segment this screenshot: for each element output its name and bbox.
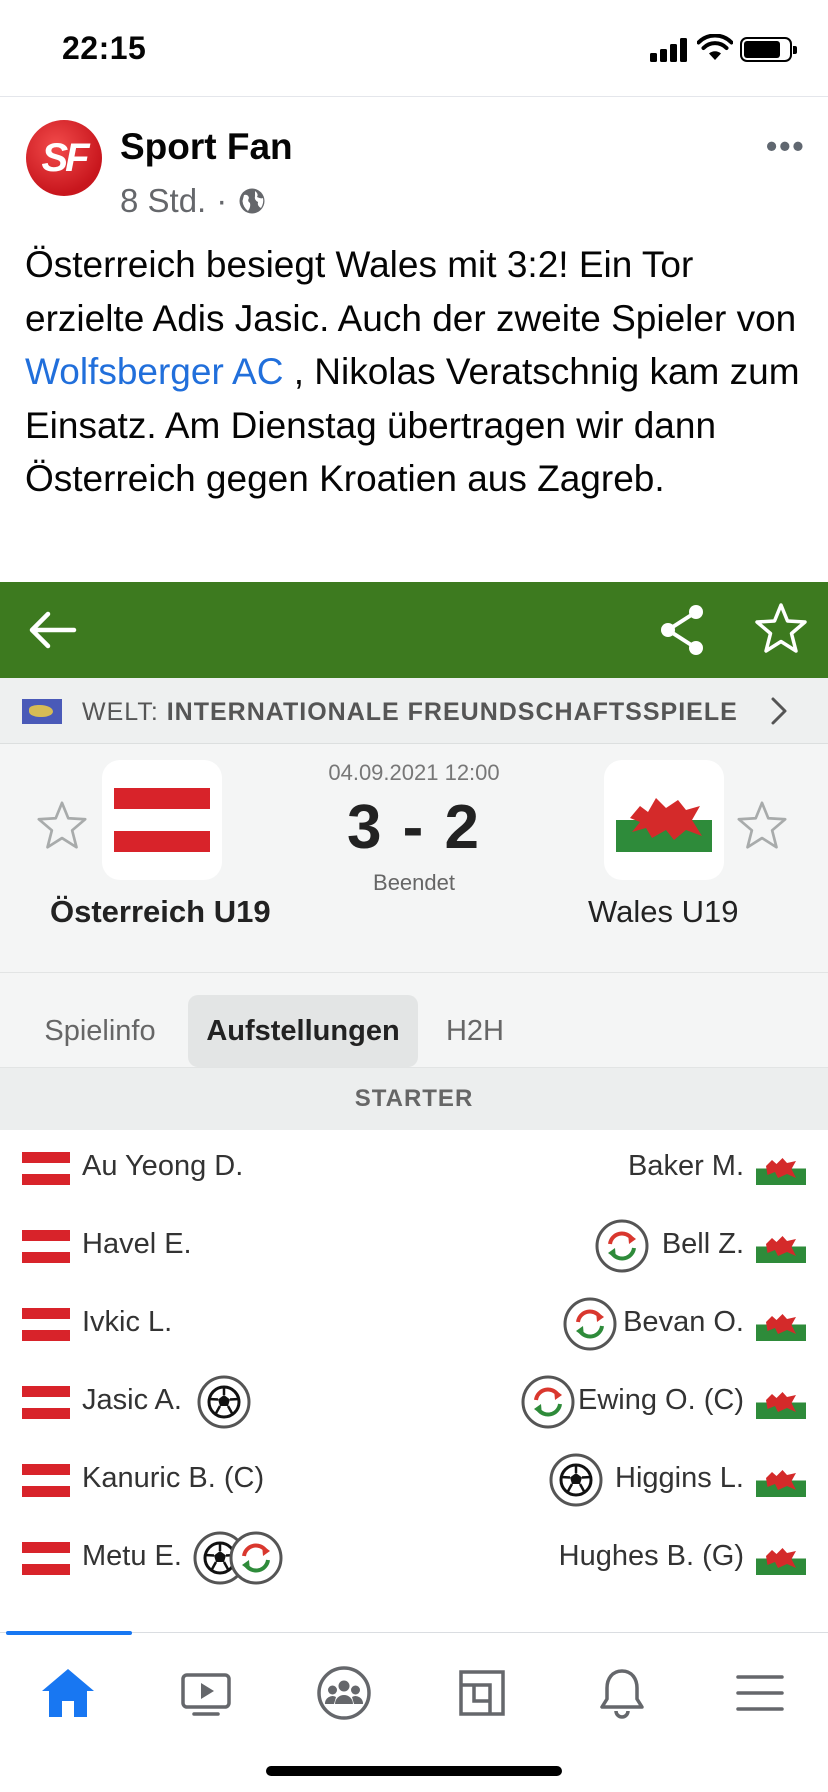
austria-flag-icon — [22, 1464, 70, 1497]
divider — [0, 96, 828, 97]
austria-flag-icon — [22, 1308, 70, 1341]
battery-icon — [740, 37, 797, 62]
meta-separator: · — [216, 182, 228, 219]
substitution-icon — [563, 1297, 617, 1351]
notifications-icon[interactable] — [592, 1663, 652, 1723]
competition-title: WELT: INTERNATIONALE FREUNDSCHAFTSSPIELE — [82, 698, 738, 727]
public-globe-icon — [239, 188, 265, 214]
away-player[interactable]: Bevan O. — [623, 1306, 744, 1339]
world-flag-icon — [22, 699, 62, 724]
active-tab-indicator — [6, 1631, 132, 1635]
tab-h2h[interactable]: H2H — [430, 995, 520, 1067]
groups-icon[interactable] — [314, 1663, 374, 1723]
away-favorite-star-icon[interactable] — [734, 798, 790, 854]
home-player[interactable]: Au Yeong D. — [82, 1150, 243, 1183]
favorite-star-icon[interactable] — [752, 600, 810, 658]
tab-spielinfo[interactable]: Spielinfo — [22, 995, 178, 1067]
home-player[interactable]: Jasic A. — [82, 1384, 182, 1417]
wales-flag-icon — [756, 1230, 806, 1263]
wales-flag-icon — [756, 1152, 806, 1185]
match-header: Österreich U19 04.09.2021 12:00 3 - 2 Be… — [0, 744, 828, 972]
away-player[interactable]: Bell Z. — [662, 1228, 744, 1261]
wales-flag-icon — [756, 1386, 806, 1419]
home-team-name[interactable]: Österreich U19 — [50, 894, 271, 930]
austria-flag-icon — [22, 1230, 70, 1263]
page-name-link[interactable]: Sport Fan — [120, 126, 293, 168]
away-team-name[interactable]: Wales U19 — [588, 894, 738, 930]
page-avatar[interactable]: SF — [26, 120, 102, 196]
wales-flag-icon — [756, 1542, 806, 1575]
status-bar: 22:15 — [0, 0, 828, 96]
competition-prefix: WELT: — [82, 698, 159, 726]
watch-icon[interactable] — [176, 1663, 236, 1723]
post-meta: 8 Std. · — [120, 182, 267, 220]
lineup-row: Ivkic L. Bevan O. — [0, 1286, 828, 1364]
back-arrow-icon[interactable] — [26, 606, 78, 654]
post-time[interactable]: 8 Std. — [120, 182, 206, 220]
goal-icon — [549, 1453, 603, 1507]
lineup-row: Jasic A. Ewing O. (C) — [0, 1364, 828, 1442]
home-indicator — [266, 1766, 562, 1776]
avatar-logo-text: SF — [41, 135, 89, 180]
section-header: STARTER — [0, 1068, 828, 1130]
away-team-logo[interactable] — [604, 760, 724, 880]
share-icon[interactable] — [658, 602, 708, 658]
pages-icon[interactable] — [452, 1663, 512, 1723]
match-tabs: Spielinfo Aufstellungen H2H — [0, 972, 828, 1068]
more-options-button[interactable]: ••• — [766, 128, 806, 165]
wales-flag-icon — [756, 1464, 806, 1497]
tab-aufstellungen[interactable]: Aufstellungen — [188, 995, 418, 1067]
substitution-icon — [229, 1531, 283, 1585]
chevron-right-icon — [771, 697, 787, 725]
home-player[interactable]: Ivkic L. — [82, 1306, 172, 1339]
away-player[interactable]: Hughes B. (G) — [559, 1540, 744, 1573]
away-player[interactable]: Ewing O. (C) — [578, 1384, 744, 1417]
lineup-row: Au Yeong D. Baker M. — [0, 1130, 828, 1208]
home-player[interactable]: Kanuric B. (C) — [82, 1462, 264, 1495]
austria-flag-icon — [22, 1386, 70, 1419]
wolfsberger-ac-link[interactable]: Wolfsberger AC — [25, 351, 283, 392]
home-player[interactable]: Havel E. — [82, 1228, 192, 1261]
competition-bar[interactable]: WELT: INTERNATIONALE FREUNDSCHAFTSSPIELE — [0, 678, 828, 744]
competition-name: INTERNATIONALE FREUNDSCHAFTSSPIELE — [166, 698, 738, 726]
post-text-part1: Österreich besiegt Wales mit 3:2! Ein To… — [25, 244, 797, 339]
home-icon[interactable] — [38, 1663, 98, 1723]
lineup-row: Metu E. Hughes B. (G) — [0, 1520, 828, 1598]
cellular-signal-icon — [650, 38, 690, 62]
post-image[interactable]: WELT: INTERNATIONALE FREUNDSCHAFTSSPIELE… — [0, 582, 828, 1617]
goal-icon — [197, 1375, 251, 1429]
menu-icon[interactable] — [730, 1663, 790, 1723]
status-time: 22:15 — [62, 30, 147, 66]
lineup-row: Havel E. Bell Z. — [0, 1208, 828, 1286]
wales-flag-icon — [756, 1308, 806, 1341]
lineup-row: Kanuric B. (C) Higgins L. — [0, 1442, 828, 1520]
home-player[interactable]: Metu E. — [82, 1540, 182, 1573]
post-text: Österreich besiegt Wales mit 3:2! Ein To… — [25, 238, 815, 506]
austria-flag-icon — [22, 1152, 70, 1185]
away-player[interactable]: Higgins L. — [615, 1462, 744, 1495]
app-header — [0, 582, 828, 678]
substitution-icon — [521, 1375, 575, 1429]
substitution-icon — [595, 1219, 649, 1273]
austria-flag-icon — [22, 1542, 70, 1575]
wales-flag-icon — [616, 788, 712, 852]
away-player[interactable]: Baker M. — [628, 1150, 744, 1183]
wifi-icon — [697, 34, 733, 60]
